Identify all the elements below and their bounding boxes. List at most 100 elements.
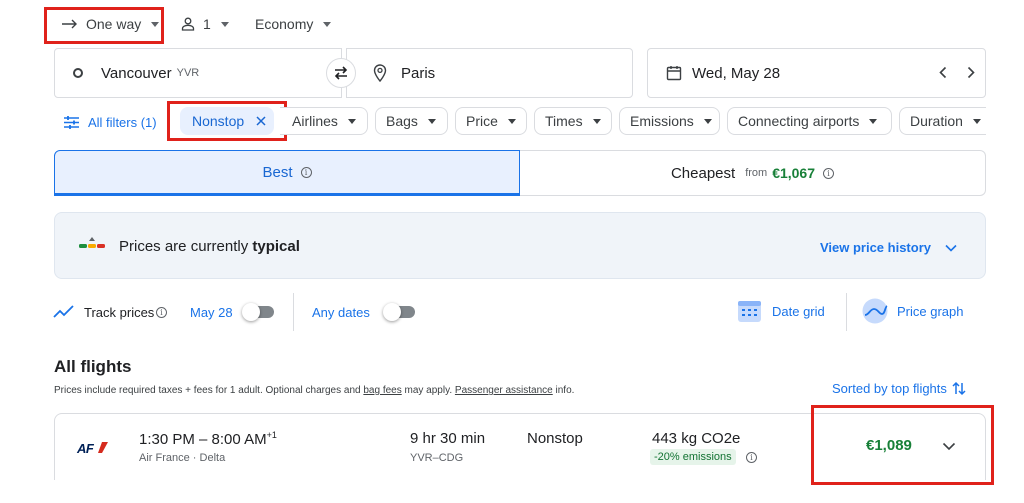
date-grid-button[interactable]: Date grid [737,298,825,324]
section-heading: All flights [54,357,132,376]
any-dates-toggle[interactable] [383,303,417,321]
chevron-down-icon [323,21,332,27]
calendar-icon [666,65,682,81]
emissions: 443 kg CO2e [652,430,741,447]
chip-label: Price [466,113,498,129]
person-icon [181,17,195,31]
origin-circle-icon [73,68,83,78]
price-insight-panel: Prices are currently typical View price … [54,212,986,279]
info-icon[interactable]: i [156,307,167,318]
day-offset: +1 [266,430,277,440]
passenger-assistance-link[interactable]: Passenger assistance [455,385,553,396]
chip-label: Airlines [292,113,338,129]
info-icon[interactable]: i [300,166,312,178]
date-grid-icon [737,299,762,323]
emissions-badge: -20% emissions [650,449,736,465]
price-disclaimer: Prices include required taxes + fees for… [54,385,574,396]
track-date-label: May 28 [190,305,233,320]
price-insight-prefix: Prices are currently [119,238,253,255]
chevron-down-icon [507,118,516,124]
view-price-history-label: View price history [819,240,931,255]
chevron-down-icon [592,118,601,124]
tab-best[interactable]: Best i [54,150,520,196]
all-filters-button[interactable]: All filters (1) [64,112,157,132]
times-filter-chip[interactable]: Times [534,107,612,135]
origin-field[interactable]: Vancouver YVR [54,48,342,98]
view-price-history-link[interactable]: View price history [820,240,957,255]
chevron-down-icon [945,244,957,252]
next-date-button[interactable] [967,66,975,79]
disclaimer-text: Prices include required taxes + fees for… [54,385,364,396]
info-icon[interactable]: i [746,452,757,463]
flight-times: 1:30 PM – 8:00 AM+1 [139,430,277,448]
tab-cheapest-label: Cheapest [670,164,736,182]
price-graph-icon [861,298,889,324]
price-insight-level: typical [252,238,300,255]
time-range: 1:30 PM – 8:00 AM [139,431,267,448]
connecting-airports-filter-chip[interactable]: Connecting airports [727,107,892,135]
price-level-icon [79,237,105,249]
chevron-down-icon [427,118,436,124]
divider [293,293,294,331]
swap-icon [333,66,349,80]
previous-date-button[interactable] [939,66,947,79]
disclaimer-text: info. [552,385,575,396]
price-insight-text: Prices are currently typical [119,238,300,255]
air-france-logo: AF [77,441,94,456]
chevron-down-icon [869,118,878,124]
carriers: Air France · Delta [139,452,226,464]
price-filter-chip[interactable]: Price [455,107,527,135]
departure-date: Wed, May 28 [692,64,781,82]
chip-label: Connecting airports [738,113,860,129]
sort-icon [952,381,966,396]
price-graph-label: Price graph [897,303,964,319]
price-graph-button[interactable]: Price graph [861,298,963,324]
date-grid-label: Date grid [772,303,825,319]
route-codes: YVR–CDG [410,452,464,464]
destination-city: Paris [401,64,436,82]
tab-cheapest[interactable]: Cheapest from €1,067 i [520,150,986,196]
airlines-filter-chip[interactable]: Airlines [280,107,368,135]
duration-filter-chip[interactable]: Duration [899,107,986,135]
highlight-price [811,405,994,485]
chip-label: Times [545,113,583,129]
swap-button[interactable] [326,58,356,88]
destination-field[interactable]: Paris [346,48,633,98]
all-filters-label: All filters (1) [88,114,157,130]
chip-label: Emissions [630,113,694,129]
air-france-logo-accent [98,442,108,453]
track-prices-label: Track prices [84,305,155,320]
filter-sliders-icon [64,115,79,129]
chip-label: Duration [910,113,963,129]
cabin-class-select[interactable]: Economy [255,10,332,38]
highlight-nonstop [167,101,287,141]
departure-date-field[interactable]: Wed, May 28 [647,48,986,98]
chevron-down-icon [972,118,981,124]
info-icon[interactable]: i [823,167,835,179]
any-dates-label: Any dates [312,305,370,320]
highlight-trip-type [44,7,164,44]
stops: Nonstop [527,430,583,447]
trend-line-icon [53,305,75,319]
tab-cheapest-price: €1,067 [772,165,816,181]
cabin-class-label: Economy [255,16,314,32]
passenger-select[interactable]: 1 [181,10,229,38]
tab-best-label: Best [262,163,293,181]
sort-button[interactable]: Sorted by top flights [832,381,966,396]
bags-filter-chip[interactable]: Bags [375,107,448,135]
disclaimer-text: may apply. [401,385,455,396]
chip-label: Bags [386,113,418,129]
origin-code: YVR [176,67,200,79]
chevron-down-icon [347,118,356,124]
chevron-down-icon [220,21,229,27]
divider [846,293,847,331]
location-pin-icon [373,64,387,82]
chevron-down-icon [703,118,712,124]
bag-fees-link[interactable]: bag fees [363,385,401,396]
emissions-filter-chip[interactable]: Emissions [619,107,720,135]
track-date-toggle[interactable] [242,303,276,321]
passenger-count: 1 [203,16,211,32]
sort-label: Sorted by top flights [832,381,947,396]
flight-duration: 9 hr 30 min [410,430,486,447]
origin-city: Vancouver [101,64,172,82]
